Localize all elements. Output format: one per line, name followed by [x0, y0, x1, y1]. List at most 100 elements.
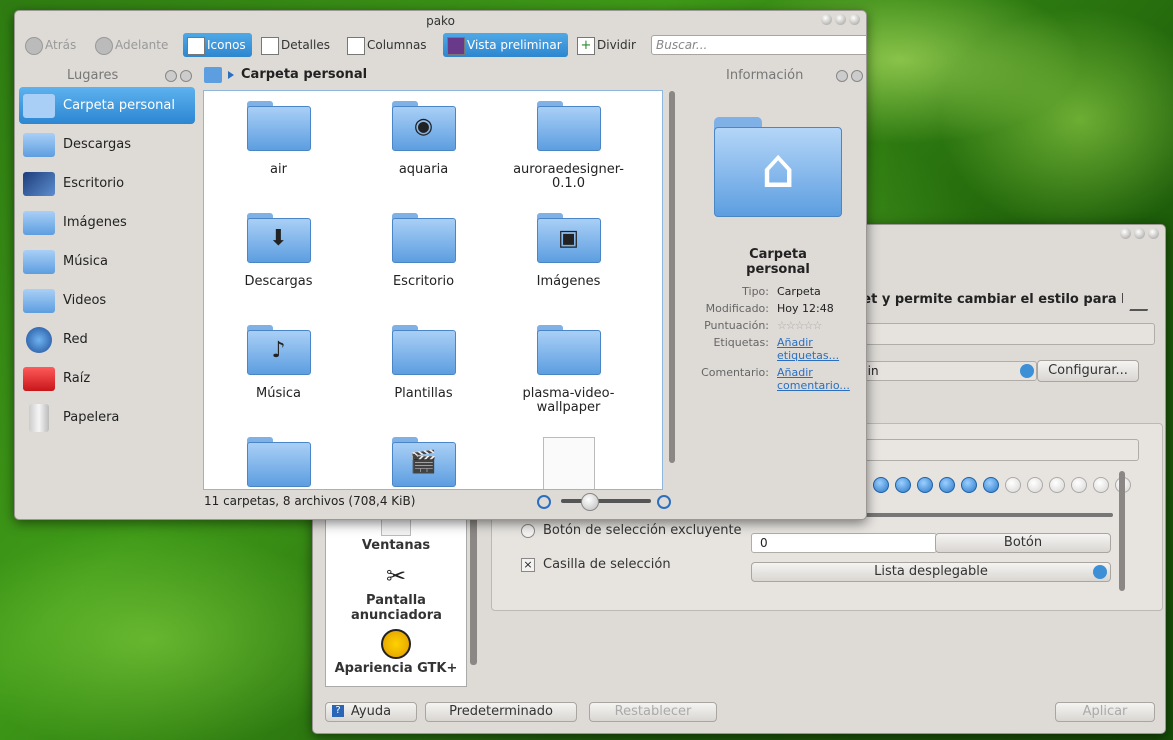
preview-button[interactable]: Botón: [935, 533, 1111, 553]
info-panel: ⌂ Carpeta personal Tipo: Carpeta Modifica…: [695, 89, 861, 392]
rating-stars-icon[interactable]: ☆☆☆☆☆: [777, 319, 861, 332]
details-view-button[interactable]: Detalles: [257, 33, 336, 57]
place-videos[interactable]: Videos: [19, 282, 195, 319]
apply-button[interactable]: Aplicar: [1055, 702, 1155, 722]
info-value: Hoy 12:48: [777, 302, 834, 315]
network-globe-icon: [26, 326, 52, 353]
icons-view-button[interactable]: Iconos: [183, 33, 252, 57]
preview-button[interactable]: Vista preliminar: [443, 33, 568, 57]
place-desktop[interactable]: Escritorio: [19, 165, 195, 202]
style-combo[interactable]: pin: [853, 361, 1037, 381]
minimize-icon[interactable]: [821, 14, 832, 25]
gtk-item[interactable]: Apariencia GTK+: [326, 629, 466, 676]
windows-label: Ventanas: [361, 538, 431, 553]
spin-value: 0: [760, 536, 768, 550]
configure-button[interactable]: Configurar...: [1037, 360, 1139, 382]
file-name: aquaria: [398, 162, 449, 177]
file-name: Música: [256, 386, 301, 401]
file-view-scrollbar[interactable]: [669, 91, 675, 463]
zoom-slider-handle[interactable]: [581, 493, 599, 511]
home-folder-large-icon: ⌂: [714, 117, 842, 217]
place-pictures[interactable]: Imágenes: [19, 204, 195, 241]
folder-emblem-icon: ⬇: [269, 226, 288, 251]
columns-view-button[interactable]: Columnas: [343, 33, 433, 57]
detach-icon[interactable]: [165, 70, 177, 82]
preview-scrollbar[interactable]: [1119, 471, 1125, 591]
maximize-icon[interactable]: [1134, 228, 1145, 239]
info-key: Puntuación:: [704, 319, 769, 332]
downloads-folder-icon: [23, 132, 55, 157]
checkbox-option[interactable]: × Casilla de selección: [521, 557, 671, 572]
reset-button[interactable]: Restablecer: [589, 702, 717, 722]
split-button[interactable]: + Dividir: [573, 33, 642, 57]
search-input[interactable]: Buscar...: [651, 35, 866, 55]
details-view-icon: [261, 37, 279, 55]
preview-text-field[interactable]: [853, 439, 1139, 461]
detach-icon[interactable]: [836, 70, 848, 82]
file-item[interactable]: Escritorio: [351, 213, 496, 325]
close-panel-icon[interactable]: [851, 70, 863, 82]
file-item[interactable]: plasma-video- wallpaper: [496, 325, 641, 437]
file-item[interactable]: air: [206, 101, 351, 213]
radio-option[interactable]: Botón de selección excluyente: [521, 523, 742, 538]
file-item[interactable]: [206, 437, 351, 489]
folder-emblem-icon: ♪: [271, 338, 286, 363]
file-view[interactable]: air ◉ aquaria auroraedesigner- 0.1.0 ⬇ Descar…: [203, 90, 663, 490]
maximize-icon[interactable]: [835, 14, 846, 25]
place-root[interactable]: Raíz: [19, 360, 195, 397]
house-icon: ⌂: [760, 137, 796, 200]
breadcrumb[interactable]: Carpeta personal: [241, 67, 367, 82]
folder-icon: [536, 101, 601, 151]
add-comment-link[interactable]: Añadir comentario...: [777, 366, 861, 392]
minimize-icon[interactable]: [1120, 228, 1131, 239]
defaults-button[interactable]: Predeterminado: [425, 702, 577, 722]
forward-button[interactable]: Adelante: [91, 33, 174, 57]
back-button[interactable]: Atrás: [21, 33, 82, 57]
zoom-in-icon[interactable]: [657, 495, 671, 509]
root-folder-icon: [23, 366, 55, 391]
place-home[interactable]: Carpeta personal: [19, 87, 195, 124]
file-item[interactable]: ♪ Música: [206, 325, 351, 437]
folder-emblem-icon: ▣: [558, 226, 579, 251]
splash-item[interactable]: ✂ Pantalla anunciadora: [326, 561, 466, 623]
file-name: auroraedesigner- 0.1.0: [513, 162, 624, 191]
videos-folder-icon: [23, 288, 55, 313]
preview-slider[interactable]: [853, 513, 1113, 517]
place-trash[interactable]: Papelera: [19, 399, 195, 436]
zoom-out-icon[interactable]: [537, 495, 551, 509]
folder-icon: ⬇: [246, 213, 311, 263]
file-name: plasma-video- wallpaper: [522, 386, 615, 415]
spin-box[interactable]: 0: [751, 533, 937, 553]
columns-label: Columnas: [367, 38, 427, 52]
place-downloads[interactable]: Descargas: [19, 126, 195, 163]
settings-text-field[interactable]: [853, 323, 1155, 345]
file-item[interactable]: ◉ aquaria: [351, 101, 496, 213]
place-network[interactable]: Red: [19, 321, 195, 358]
help-button[interactable]: ? Ayuda: [325, 702, 417, 722]
info-type-row: Tipo: Carpeta: [695, 285, 861, 298]
tools-icon: ✂: [385, 562, 407, 590]
category-scrollbar[interactable]: [470, 515, 477, 665]
windows-item[interactable]: Ventanas: [326, 516, 466, 553]
text-file-icon: [542, 437, 595, 489]
file-item[interactable]: ⬇ Descargas: [206, 213, 351, 325]
details-label: Detalles: [281, 38, 330, 52]
place-music[interactable]: Música: [19, 243, 195, 280]
preview-dropdown[interactable]: Lista desplegable: [751, 562, 1111, 582]
close-icon[interactable]: [1148, 228, 1159, 239]
file-item[interactable]: [496, 437, 641, 489]
columns-view-icon: [347, 37, 365, 55]
close-panel-icon[interactable]: [180, 70, 192, 82]
file-item[interactable]: ▣ Imágenes: [496, 213, 641, 325]
file-item[interactable]: auroraedesigner- 0.1.0: [496, 101, 641, 213]
progress-dots: [873, 477, 1137, 497]
file-item[interactable]: Plantillas: [351, 325, 496, 437]
file-item[interactable]: 🎬: [351, 437, 496, 489]
home-breadcrumb-icon[interactable]: [204, 67, 222, 83]
info-tags-row: Etiquetas: Añadir etiquetas...: [695, 336, 861, 362]
info-key: Modificado:: [705, 302, 769, 315]
add-tags-link[interactable]: Añadir etiquetas...: [777, 336, 861, 362]
edit-icon[interactable]: [1129, 291, 1155, 311]
zoom-slider[interactable]: [561, 499, 651, 503]
close-icon[interactable]: [849, 14, 860, 25]
